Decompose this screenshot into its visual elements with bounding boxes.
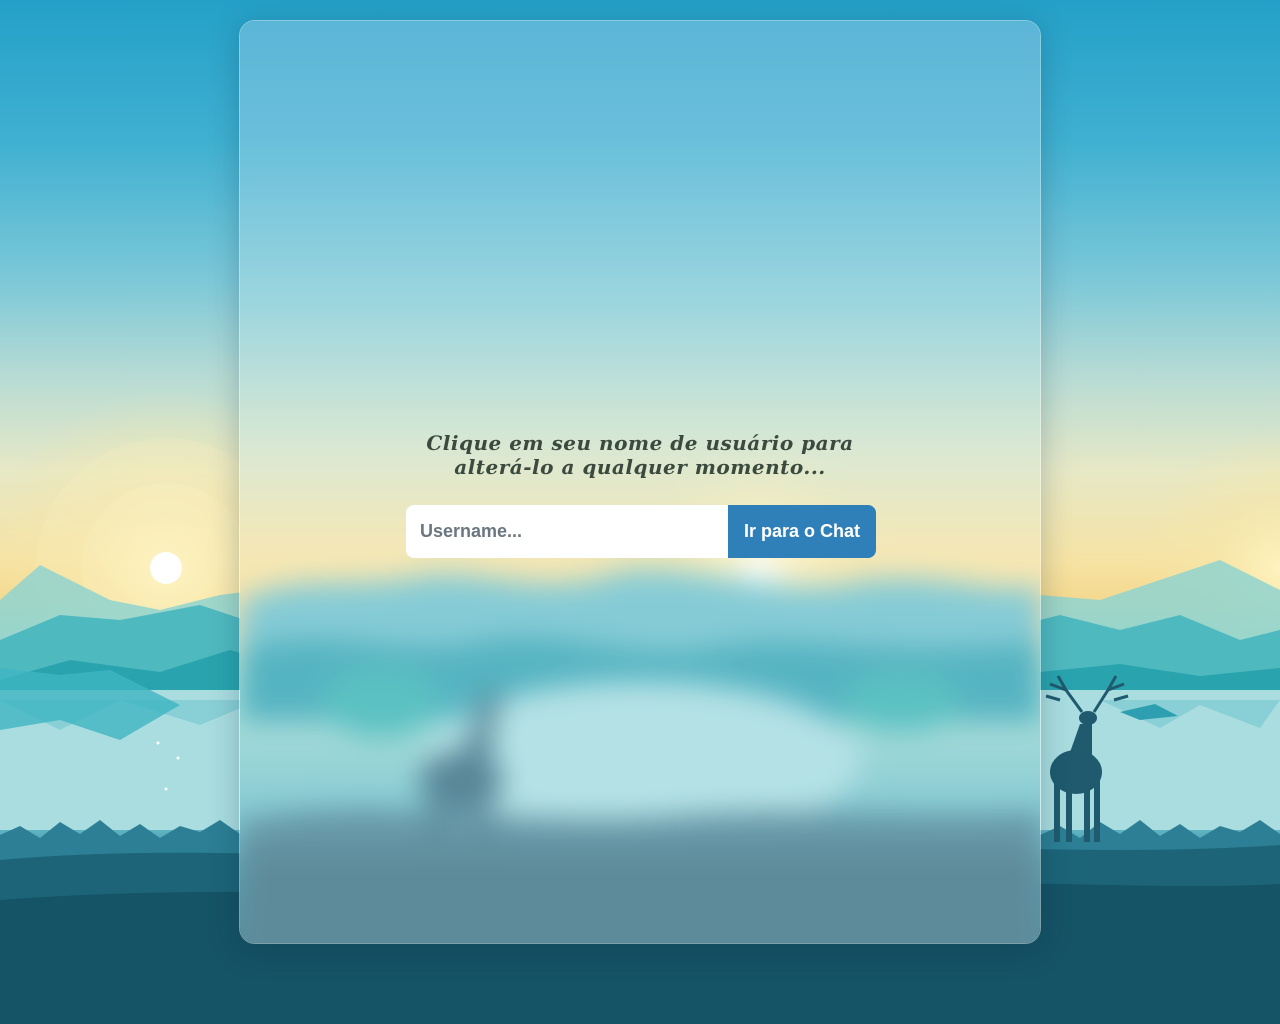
username-form: Ir para o Chat [406, 505, 876, 558]
username-hint: Clique em seu nome de usuário para alter… [240, 431, 1040, 479]
go-to-chat-button[interactable]: Ir para o Chat [728, 505, 876, 558]
username-input[interactable] [406, 505, 728, 558]
username-hint-line-2: alterá-lo a qualquer momento... [454, 455, 826, 479]
username-hint-line-1: Clique em seu nome de usuário para [426, 431, 854, 455]
login-card: Clique em seu nome de usuário para alter… [239, 20, 1041, 944]
login-content: Clique em seu nome de usuário para alter… [240, 21, 1040, 943]
